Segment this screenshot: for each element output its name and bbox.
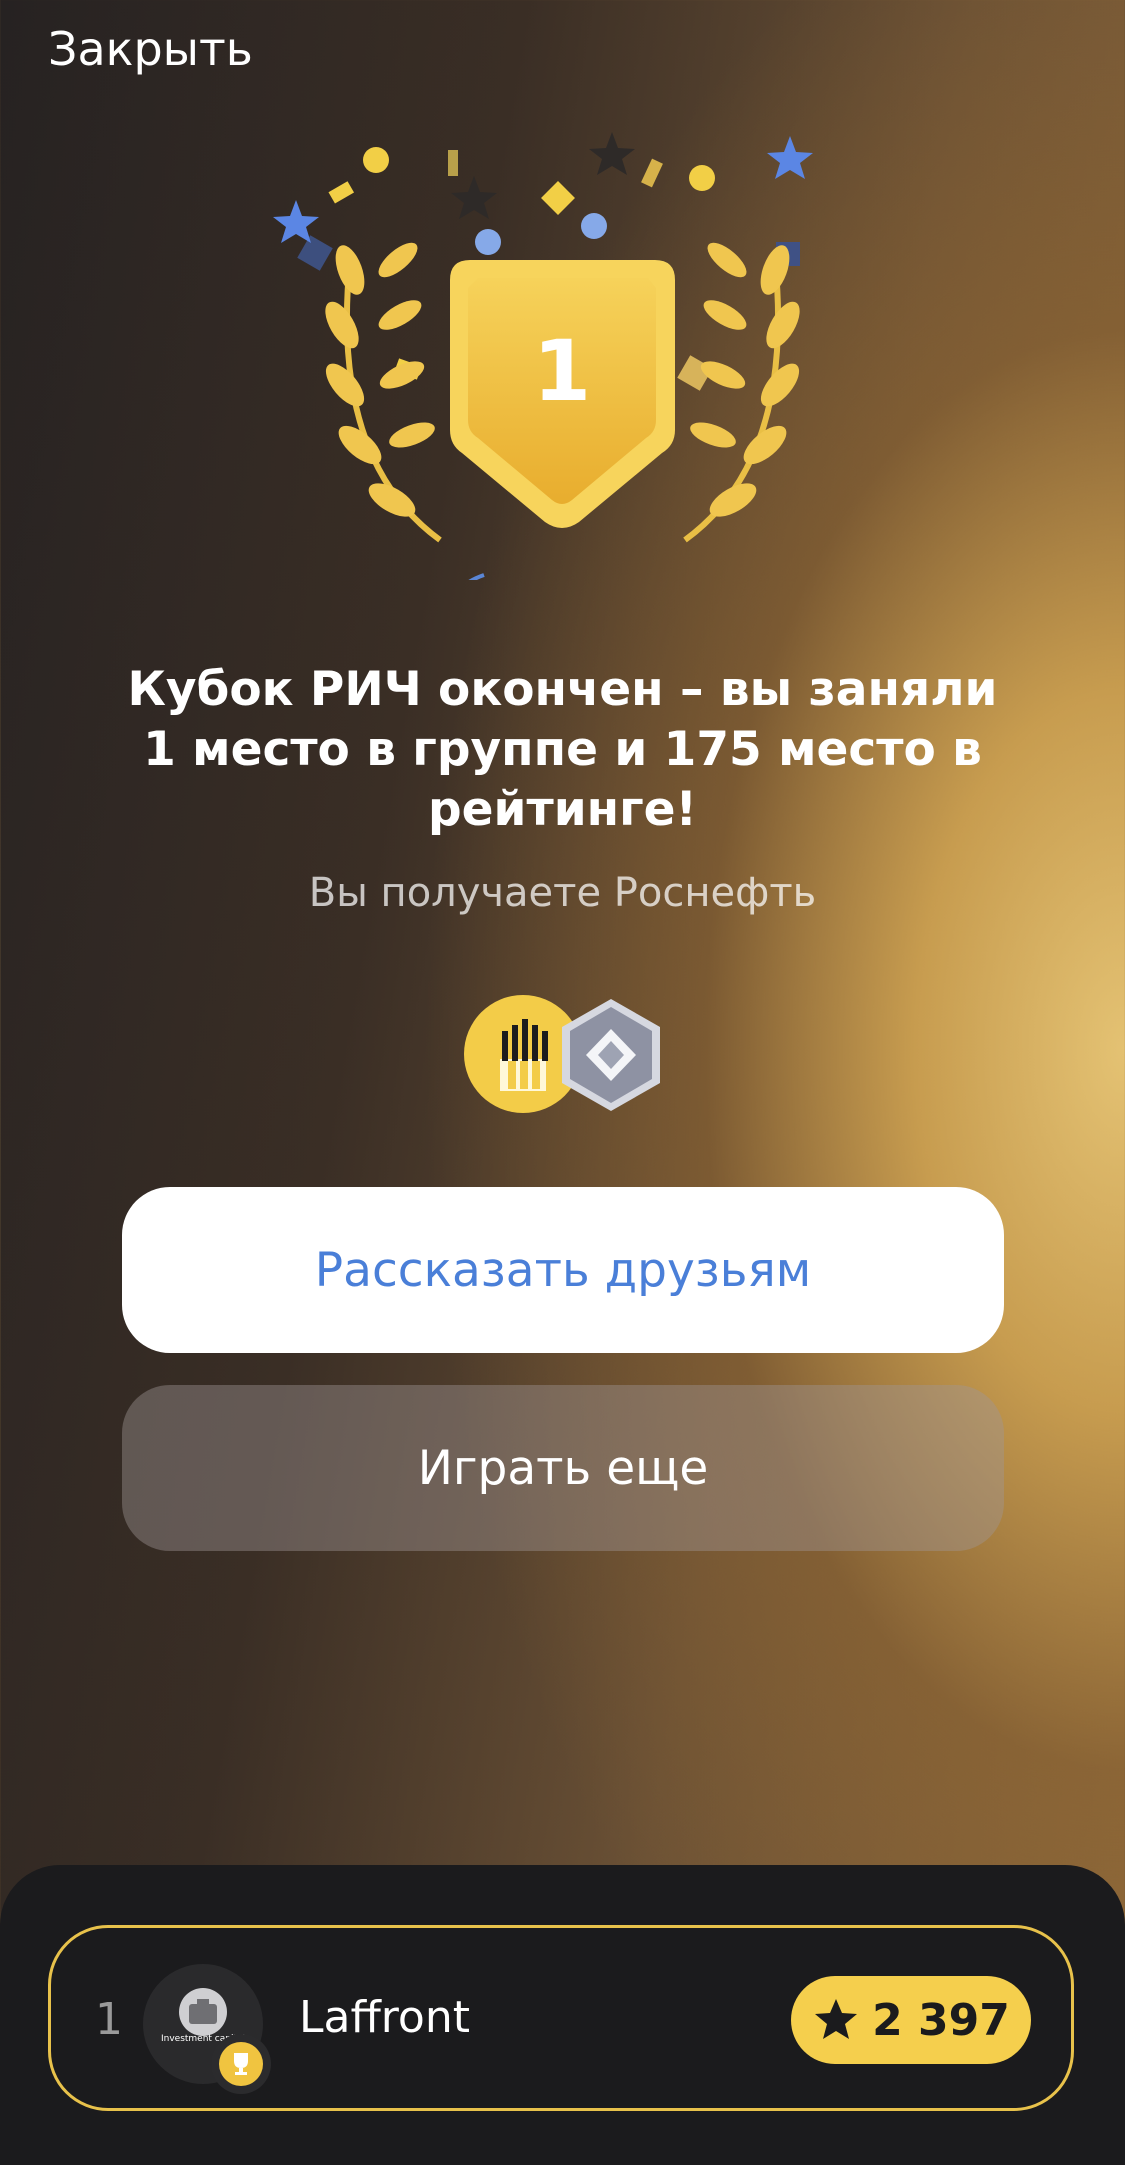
reward-subtitle: Вы получаете Роснефть bbox=[308, 870, 817, 916]
reward-icons bbox=[464, 995, 664, 1115]
score-badge: 2 397 bbox=[791, 1976, 1031, 2064]
close-button[interactable]: Закрыть bbox=[48, 22, 253, 76]
star-icon bbox=[815, 1999, 858, 2039]
result-title: Кубок РИЧ окончен – вы заняли 1 место в … bbox=[127, 662, 998, 837]
rank-number: 1 bbox=[95, 1994, 123, 2045]
username: Laffront bbox=[299, 1992, 470, 2043]
place-number: 1 bbox=[533, 322, 591, 420]
laurel-left-icon bbox=[325, 242, 442, 543]
silver-hexagon-badge-icon bbox=[556, 995, 666, 1115]
leaderboard-row[interactable]: 1 Investment capital Laffront 2 397 bbox=[48, 1925, 1074, 2111]
trophy-icon bbox=[211, 2034, 271, 2094]
share-with-friends-button[interactable]: Рассказать друзьям bbox=[122, 1187, 1004, 1353]
laurel-right-icon bbox=[683, 242, 800, 543]
play-again-button[interactable]: Играть еще bbox=[122, 1385, 1004, 1551]
score-value: 2 397 bbox=[872, 1994, 1010, 2046]
place-shield-illustration: 1 bbox=[273, 132, 813, 580]
